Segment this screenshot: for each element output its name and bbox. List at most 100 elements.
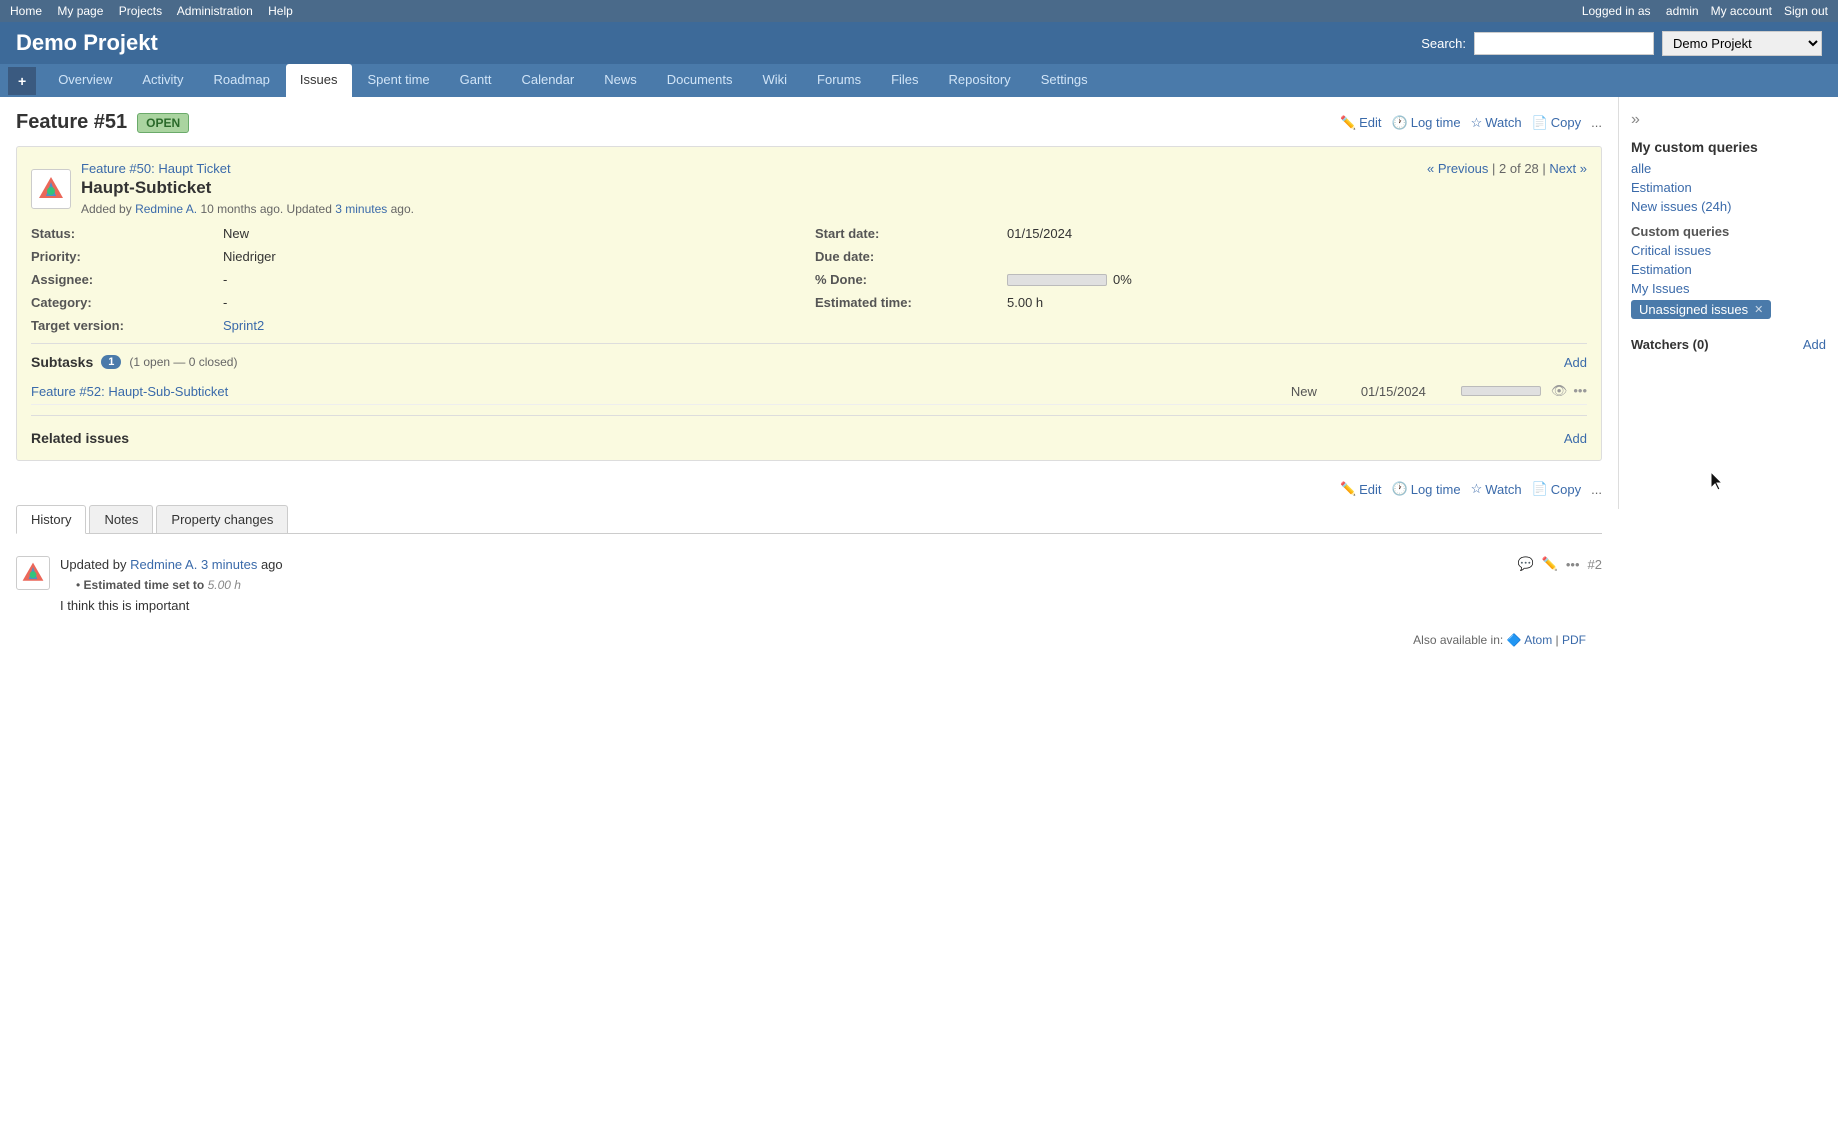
history-note: I think this is important	[60, 598, 1602, 613]
subtask-count-detail: (1 open — 0 closed)	[129, 355, 237, 369]
username-link[interactable]: admin	[1666, 4, 1699, 18]
done-label: % Done:	[815, 272, 995, 287]
issue-meta: Added by Redmine A. 10 months ago. Updat…	[81, 202, 414, 216]
history-avatar	[16, 556, 50, 590]
tab-overview[interactable]: Overview	[44, 64, 126, 97]
bottom-more-button[interactable]: ...	[1591, 482, 1602, 497]
prev-link[interactable]: « Previous	[1427, 161, 1488, 176]
history-header: Updated by Redmine A. 3 minutes ago 💬 ✏️…	[60, 556, 1602, 572]
subtask-count-badge: 1	[101, 355, 121, 369]
category-value: -	[223, 295, 803, 310]
copy-icon: 📄	[1532, 115, 1548, 131]
bottom-watch-button[interactable]: ☆ Watch	[1471, 481, 1522, 497]
tab-settings[interactable]: Settings	[1027, 64, 1102, 97]
bottom-edit-button[interactable]: ✏️ Edit	[1340, 481, 1382, 497]
sidebar-query-my-issues[interactable]: My Issues	[1631, 281, 1826, 296]
sidebar-query-alle[interactable]: alle	[1631, 161, 1826, 176]
tab-gantt[interactable]: Gantt	[446, 64, 506, 97]
related-title: Related issues	[31, 430, 129, 446]
page-footer: Also available in: 🔷 Atom | PDF	[16, 623, 1602, 657]
atom-link[interactable]: Atom	[1524, 633, 1552, 647]
star-icon: ☆	[1471, 115, 1483, 131]
tab-forums[interactable]: Forums	[803, 64, 875, 97]
tab-calendar[interactable]: Calendar	[507, 64, 588, 97]
nav-tabs: + Overview Activity Roadmap Issues Spent…	[0, 64, 1838, 97]
history-entry-number: #2	[1588, 557, 1602, 572]
tab-news[interactable]: News	[590, 64, 651, 97]
top-bar: Home My page Projects Administration Hel…	[0, 0, 1838, 22]
priority-label: Priority:	[31, 249, 211, 264]
project-title: Demo Projekt	[16, 30, 158, 56]
parent-details: Feature #50: Haupt Ticket Haupt-Subticke…	[81, 161, 414, 216]
nav-projects[interactable]: Projects	[119, 4, 162, 18]
tab-history[interactable]: History	[16, 505, 86, 534]
issue-detail-box: Feature #50: Haupt Ticket Haupt-Subticke…	[16, 146, 1602, 461]
tab-wiki[interactable]: Wiki	[748, 64, 801, 97]
tab-notes[interactable]: Notes	[89, 505, 153, 533]
tab-activity[interactable]: Activity	[128, 64, 197, 97]
active-query-container: Unassigned issues ✕	[1631, 300, 1826, 323]
subtasks-header-left: Subtasks 1 (1 open — 0 closed)	[31, 354, 237, 370]
sidebar-query-estimation-my[interactable]: Estimation	[1631, 180, 1826, 195]
sidebar-query-critical[interactable]: Critical issues	[1631, 243, 1826, 258]
issue-avatar	[31, 169, 71, 209]
related-add-link[interactable]: Add	[1564, 431, 1587, 446]
search-input[interactable]	[1474, 32, 1654, 55]
history-author-link[interactable]: Redmine A.	[130, 557, 197, 572]
bottom-log-time-button[interactable]: 🕐 Log time	[1392, 481, 1461, 497]
bottom-actions: ✏️ Edit 🕐 Log time ☆ Watch 📄 Copy ...	[16, 473, 1602, 505]
next-link[interactable]: Next »	[1549, 161, 1587, 176]
subtasks-section: Subtasks 1 (1 open — 0 closed) Add Featu…	[31, 354, 1587, 405]
subtasks-add-link[interactable]: Add	[1564, 355, 1587, 370]
main-layout: Feature #51 OPEN ✏️ Edit 🕐 Log time ☆ Wa…	[0, 97, 1838, 671]
history-more-icon[interactable]: •••	[1566, 557, 1580, 572]
est-time-label: Estimated time:	[815, 295, 995, 310]
progress-bar-container: 0%	[1007, 272, 1587, 287]
clock-icon: 🕐	[1392, 115, 1408, 131]
tab-files[interactable]: Files	[877, 64, 932, 97]
assignee-label: Assignee:	[31, 272, 211, 287]
sidebar-query-estimation-custom[interactable]: Estimation	[1631, 262, 1826, 277]
subtask-watch-icon[interactable]: 👁	[1551, 383, 1568, 399]
est-time-value: 5.00 h	[1007, 295, 1587, 310]
watchers-add-link[interactable]: Add	[1803, 337, 1826, 352]
custom-queries-title: Custom queries	[1631, 224, 1826, 239]
my-account-link[interactable]: My account	[1711, 4, 1772, 18]
tab-repository[interactable]: Repository	[935, 64, 1025, 97]
sprint-link[interactable]: Sprint2	[223, 318, 264, 333]
tab-documents[interactable]: Documents	[653, 64, 747, 97]
assignee-value: -	[223, 272, 803, 287]
sign-out-link[interactable]: Sign out	[1784, 4, 1828, 18]
nav-home[interactable]: Home	[10, 4, 42, 18]
copy-button[interactable]: 📄 Copy	[1532, 115, 1582, 131]
subtask-link[interactable]: Feature #52: Haupt-Sub-Subticket	[31, 384, 1281, 399]
subtask-more-icon[interactable]: •••	[1573, 383, 1587, 399]
tab-spent-time[interactable]: Spent time	[354, 64, 444, 97]
issue-parent-info: Feature #50: Haupt Ticket Haupt-Subticke…	[31, 161, 414, 216]
more-button[interactable]: ...	[1591, 115, 1602, 130]
log-time-button[interactable]: 🕐 Log time	[1392, 115, 1461, 131]
tab-property-changes[interactable]: Property changes	[156, 505, 288, 533]
issue-box-header: Feature #50: Haupt Ticket Haupt-Subticke…	[31, 161, 1587, 216]
sidebar-watchers: Watchers (0) Add	[1631, 337, 1826, 352]
nav-mypage[interactable]: My page	[57, 4, 103, 18]
pdf-link[interactable]: PDF	[1562, 633, 1586, 647]
parent-link[interactable]: Feature #50: Haupt Ticket	[81, 161, 231, 176]
history-time-link[interactable]: 3 minutes	[201, 557, 257, 572]
nav-help[interactable]: Help	[268, 4, 293, 18]
tab-roadmap[interactable]: Roadmap	[200, 64, 284, 97]
history-comment-icon[interactable]: 💬	[1518, 556, 1534, 572]
plus-button[interactable]: +	[8, 67, 36, 95]
tab-issues[interactable]: Issues	[286, 64, 352, 97]
edit-button[interactable]: ✏️ Edit	[1340, 115, 1382, 131]
nav-admin[interactable]: Administration	[177, 4, 253, 18]
author-link[interactable]: Redmine A.	[135, 202, 197, 216]
history-edit-icon[interactable]: ✏️	[1542, 556, 1558, 572]
bottom-copy-button[interactable]: 📄 Copy	[1532, 481, 1582, 497]
watch-button[interactable]: ☆ Watch	[1471, 115, 1522, 131]
project-select[interactable]: Demo Projekt	[1662, 31, 1822, 56]
updated-time-link[interactable]: 3 minutes	[335, 202, 387, 216]
sidebar-expand-icon[interactable]: »	[1631, 111, 1826, 129]
active-query-close[interactable]: ✕	[1754, 303, 1763, 316]
sidebar-query-new-issues[interactable]: New issues (24h)	[1631, 199, 1826, 214]
